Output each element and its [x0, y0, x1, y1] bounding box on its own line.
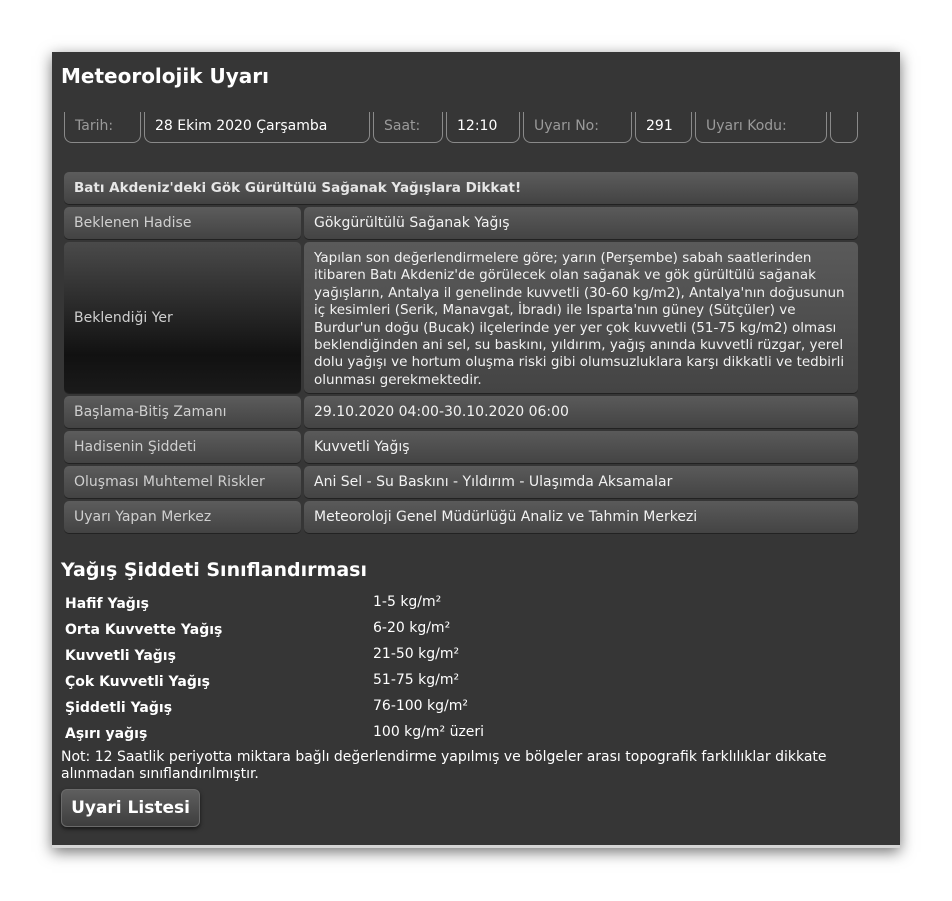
class-name-extreme: Aşırı yağış	[65, 726, 148, 742]
location-label-text: Beklendiği Yer	[74, 309, 173, 326]
class-name-light: Hafif Yağış	[65, 596, 149, 612]
classification-note: Not: 12 Saatlik periyotta miktara bağlı …	[61, 749, 827, 782]
warning-no-label: Uyarı No:	[523, 112, 632, 143]
class-range-very-strong: 51-75 kg/m²	[373, 672, 460, 688]
class-name-very-strong: Çok Kuvvetli Yağış	[65, 674, 211, 690]
page-title: Meteorolojik Uyarı	[61, 64, 269, 88]
risks-value: Ani Sel - Su Baskını - Yıldırım - Ulaşım…	[304, 466, 858, 498]
time-value: 12:10	[446, 112, 520, 143]
event-label: Beklenen Hadise	[64, 207, 301, 239]
warning-panel: Meteorolojik Uyarı Tarih: 28 Ekim 2020 Ç…	[52, 52, 900, 848]
class-range-strong: 21-50 kg/m²	[373, 646, 460, 662]
classification-title: Yağış Şiddeti Sınıflandırması	[61, 559, 367, 581]
class-range-severe: 76-100 kg/m²	[373, 698, 468, 714]
class-name-severe: Şiddetli Yağış	[65, 700, 173, 716]
severity-label: Hadisenin Şiddeti	[64, 431, 301, 463]
class-range-extreme: 100 kg/m² üzeri	[373, 724, 485, 740]
class-name-moderate: Orta Kuvvette Yağış	[65, 622, 223, 638]
time-label: Saat:	[373, 112, 443, 143]
warning-no-value: 291	[635, 112, 692, 143]
period-label: Başlama-Bitiş Zamanı	[64, 396, 301, 428]
date-label: Tarih:	[64, 112, 141, 143]
center-value: Meteoroloji Genel Müdürlüğü Analiz ve Ta…	[304, 501, 858, 533]
date-value: 28 Ekim 2020 Çarşamba	[144, 112, 370, 143]
warning-headline: Batı Akdeniz'deki Gök Gürültülü Sağanak …	[64, 172, 858, 204]
period-value: 29.10.2020 04:00-30.10.2020 06:00	[304, 396, 858, 428]
risks-label: Oluşması Muhtemel Riskler	[64, 466, 301, 498]
severity-value: Kuvvetli Yağış	[304, 431, 858, 463]
warning-code-value	[830, 112, 858, 143]
location-label: Beklendiği Yer	[64, 242, 301, 393]
location-value: Yapılan son değerlendirmelere göre; yarı…	[304, 242, 858, 393]
center-label: Uyarı Yapan Merkez	[64, 501, 301, 533]
event-value: Gökgürültülü Sağanak Yağış	[304, 207, 858, 239]
class-name-strong: Kuvvetli Yağış	[65, 648, 176, 664]
warning-list-button[interactable]: Uyari Listesi	[61, 789, 200, 827]
warning-code-label: Uyarı Kodu:	[695, 112, 827, 143]
class-range-light: 1-5 kg/m²	[373, 594, 442, 610]
class-range-moderate: 6-20 kg/m²	[373, 620, 451, 636]
